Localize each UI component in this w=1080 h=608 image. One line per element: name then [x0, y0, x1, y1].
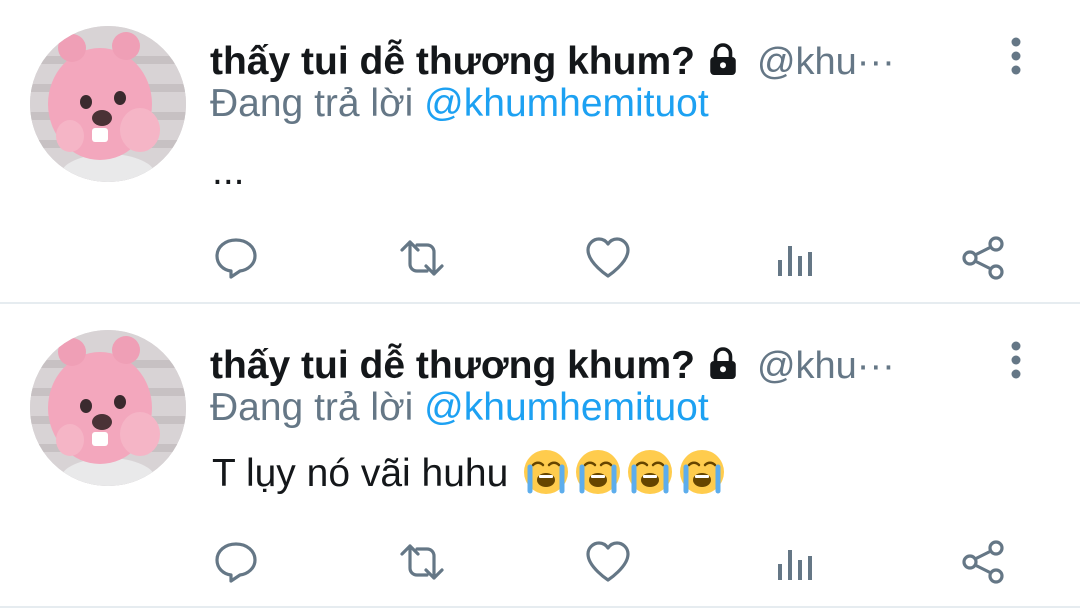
avatar[interactable] [30, 330, 186, 486]
display-name[interactable]: thấy tui dễ thương khum? [210, 344, 695, 388]
reply-prefix: Đang trả lời [210, 386, 425, 429]
loudly-crying-face-emoji [680, 449, 725, 494]
retweet-button[interactable] [396, 232, 448, 284]
tweet-text: ... [212, 150, 245, 193]
reply-context: Đang trả lời @khumhemituot [210, 386, 709, 430]
retweet-button[interactable] [396, 536, 448, 588]
handle[interactable]: @khu··· [757, 41, 895, 84]
reply-mention-link[interactable]: @khumhemituot [424, 386, 709, 429]
share-icon [962, 236, 1004, 280]
like-button[interactable] [582, 232, 634, 284]
retweet-icon [400, 240, 444, 276]
share-icon [962, 540, 1004, 584]
reply-button[interactable] [210, 536, 262, 588]
reply-context: Đang trả lời @khumhemituot [210, 82, 709, 126]
emoji-group [519, 449, 727, 495]
lock-icon [710, 43, 736, 75]
analytics-icon [778, 246, 812, 276]
avatar[interactable] [30, 26, 186, 182]
avatar-image [30, 26, 186, 182]
analytics-icon [778, 550, 812, 580]
display-name[interactable]: thấy tui dễ thương khum? [210, 40, 695, 84]
analytics-button[interactable] [770, 536, 822, 588]
handle[interactable]: @khu··· [757, 345, 895, 388]
tweet[interactable]: thấy tui dễ thương khum? @khu··· Đang tr… [0, 304, 1080, 606]
reply-prefix: Đang trả lời [210, 82, 425, 125]
lock-icon [710, 347, 736, 379]
reply-button[interactable] [210, 232, 262, 284]
like-button[interactable] [582, 536, 634, 588]
loudly-crying-face-emoji [524, 449, 569, 494]
tweet-text-container: T lụy nó vãi huhu [212, 449, 727, 497]
loudly-crying-face-emoji [628, 449, 673, 494]
avatar-image [30, 330, 186, 486]
retweet-icon [400, 544, 444, 580]
tweet-actions [0, 232, 1080, 284]
tweet-actions [0, 536, 1080, 588]
tweet-text: T lụy nó vãi huhu [212, 452, 520, 495]
share-button[interactable] [958, 232, 1010, 284]
heart-icon [586, 541, 630, 582]
more-vertical-icon[interactable] [1002, 340, 1030, 380]
reply-icon [215, 238, 257, 279]
reply-icon [215, 542, 257, 583]
heart-icon [586, 237, 630, 278]
reply-mention-link[interactable]: @khumhemituot [424, 82, 709, 125]
share-button[interactable] [958, 536, 1010, 588]
analytics-button[interactable] [770, 232, 822, 284]
tweet[interactable]: thấy tui dễ thương khum? @khu··· Đang tr… [0, 0, 1080, 302]
more-vertical-icon[interactable] [1002, 36, 1030, 76]
loudly-crying-face-emoji [576, 449, 621, 494]
